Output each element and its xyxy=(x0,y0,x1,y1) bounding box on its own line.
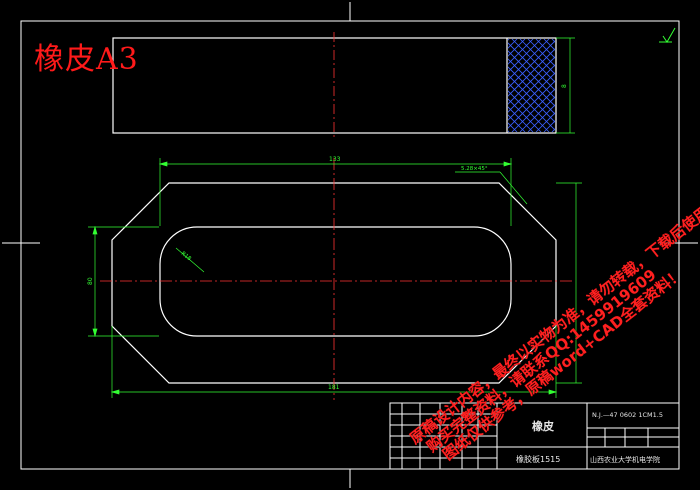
side-view: 8 xyxy=(112,32,700,140)
hatch-line xyxy=(624,39,700,132)
hatch-line xyxy=(508,130,510,132)
hatch-line xyxy=(656,39,700,132)
hatch-line xyxy=(508,39,510,41)
hatch-line xyxy=(648,39,700,132)
hatch-line xyxy=(408,39,501,132)
hatch-line xyxy=(624,39,700,132)
hatch-line xyxy=(568,39,661,132)
hatch-line xyxy=(576,39,669,132)
material: 橡胶板1515 xyxy=(516,454,560,464)
hatch-line xyxy=(640,39,700,132)
hatch-line xyxy=(632,39,700,132)
dim-chamfer: 5.28×45° xyxy=(461,166,488,172)
outer-border xyxy=(20,20,680,470)
drawing-title: 橡皮A3 xyxy=(34,42,139,77)
hatch-line xyxy=(543,120,555,132)
dim-top-width: 133 xyxy=(329,156,341,163)
slot-outline xyxy=(159,226,512,337)
hatch-line xyxy=(508,122,518,132)
hatch-line xyxy=(560,39,653,132)
hatch-line xyxy=(576,39,669,132)
section-hatch xyxy=(408,39,700,132)
roughness-symbol xyxy=(659,27,676,43)
hatch-line xyxy=(508,39,518,49)
hatch-line xyxy=(543,39,555,51)
hatch-line xyxy=(592,39,685,132)
hatch-line xyxy=(656,39,700,132)
dim-height: 80 xyxy=(87,277,94,285)
hatch-line xyxy=(584,39,677,132)
dim-side-thickness: 8 xyxy=(561,84,568,88)
drawing-number: N.J.—47 0602 1CM1.5 xyxy=(592,411,663,419)
hatch-line xyxy=(560,39,653,132)
hatch-line xyxy=(616,39,700,132)
hatch-line xyxy=(592,39,685,132)
school-name: 山西农业大学机电学院 xyxy=(590,455,660,464)
hatch-line xyxy=(408,39,501,132)
hatch-line xyxy=(608,39,700,132)
hatch-line xyxy=(584,39,677,132)
hatch-line xyxy=(640,39,700,132)
hatch-line xyxy=(664,39,700,132)
hatch-line xyxy=(608,39,700,132)
hatch-line xyxy=(648,39,700,132)
hatch-line xyxy=(632,39,700,132)
hatch-line xyxy=(568,39,661,132)
dim-overall-length: 181 xyxy=(328,384,340,391)
part-name: 橡皮 xyxy=(532,419,554,433)
hatch-line xyxy=(664,39,700,132)
hatch-line xyxy=(616,39,700,132)
